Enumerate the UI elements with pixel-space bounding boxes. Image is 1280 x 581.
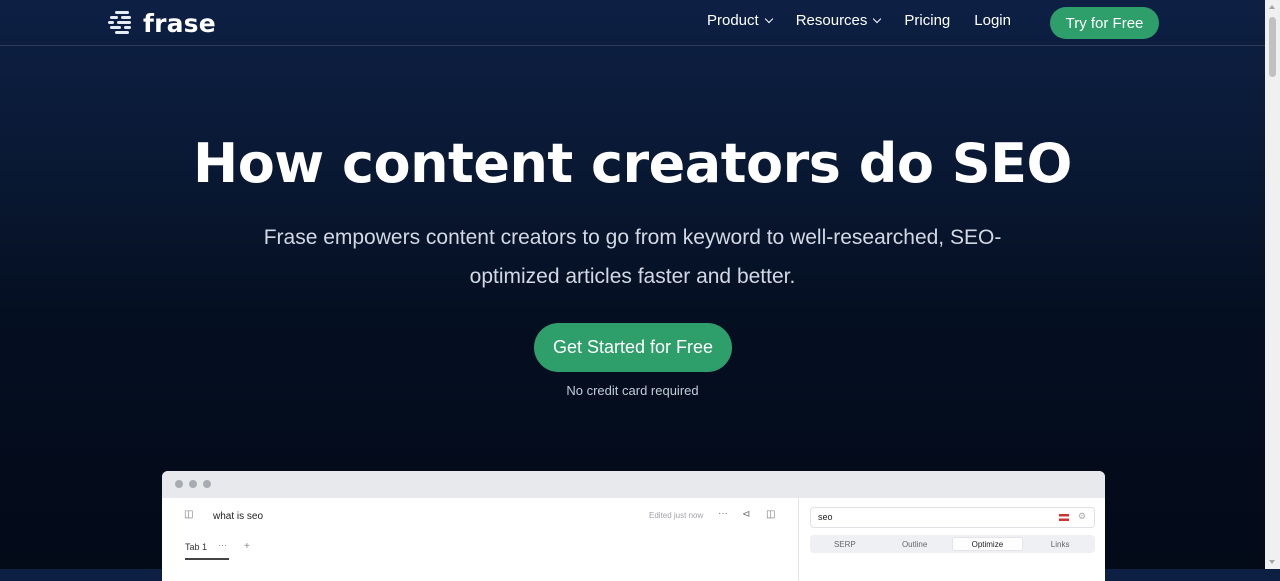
tab-outline[interactable]: Outline [880,535,950,553]
logo-icon [108,9,136,37]
logo[interactable]: frase [108,8,216,38]
window-titlebar [162,471,1105,499]
hero-subtitle: Frase empowers content creators to go fr… [263,226,1002,288]
add-tab-icon[interactable]: + [244,541,250,552]
chevron-down-icon [764,14,773,23]
scroll-up-icon[interactable] [1269,5,1275,9]
logo-text: frase [143,8,216,38]
tab-links[interactable]: Links [1025,535,1095,553]
doc-title[interactable]: what is seo [213,511,263,522]
panel-toggle-icon[interactable]: ◫ [766,509,775,520]
window-dot-icon [189,480,197,488]
nav-item-login[interactable]: Login [974,12,1011,29]
share-icon[interactable]: ⊲ [742,509,750,520]
tab-more-icon[interactable]: ··· [218,540,227,550]
hero-title: How content creators do SEO [193,132,1072,195]
chevron-down-icon [873,14,882,23]
tab-serp[interactable]: SERP [810,535,880,553]
sidebar-toggle-icon[interactable]: ◫ [184,509,193,520]
more-icon[interactable]: ··· [718,508,728,519]
nav-item-label: Pricing [904,12,951,29]
nav-item-product[interactable]: Product [707,12,773,29]
window-dot-icon [203,480,211,488]
app-preview: ◫ what is seo Edited just now ··· ⊲ ◫ Ta… [162,471,1105,581]
panel-tabs: SERP Outline Optimize Links [810,535,1095,553]
settings-icon[interactable]: ⚙ [1078,511,1086,522]
try-for-free-button[interactable]: Try for Free [1050,7,1159,39]
tab-optimize[interactable]: Optimize [951,537,1024,551]
get-started-button[interactable]: Get Started for Free [534,323,732,372]
nav-item-label: Product [707,12,759,29]
keyword-search-input[interactable]: seo ⚙ [810,507,1095,528]
no-credit-card-note: No credit card required [566,383,699,398]
nav-item-label: Login [974,12,1011,29]
nav-item-label: Resources [795,12,868,29]
scroll-down-icon[interactable] [1269,560,1275,564]
us-flag-icon[interactable] [1059,514,1069,521]
top-nav: frase Product Resources Pricing Login Tr… [0,0,1265,46]
page-scrollbar[interactable] [1265,0,1280,569]
keyword-search-value: seo [818,512,833,522]
scrollbar-thumb[interactable] [1269,17,1276,77]
nav-item-pricing[interactable]: Pricing [904,12,950,29]
window-dot-icon [175,480,183,488]
nav-links: Product Resources Pricing Login [707,12,1035,29]
nav-item-resources[interactable]: Resources [795,12,882,29]
edit-status: Edited just now [649,511,704,520]
